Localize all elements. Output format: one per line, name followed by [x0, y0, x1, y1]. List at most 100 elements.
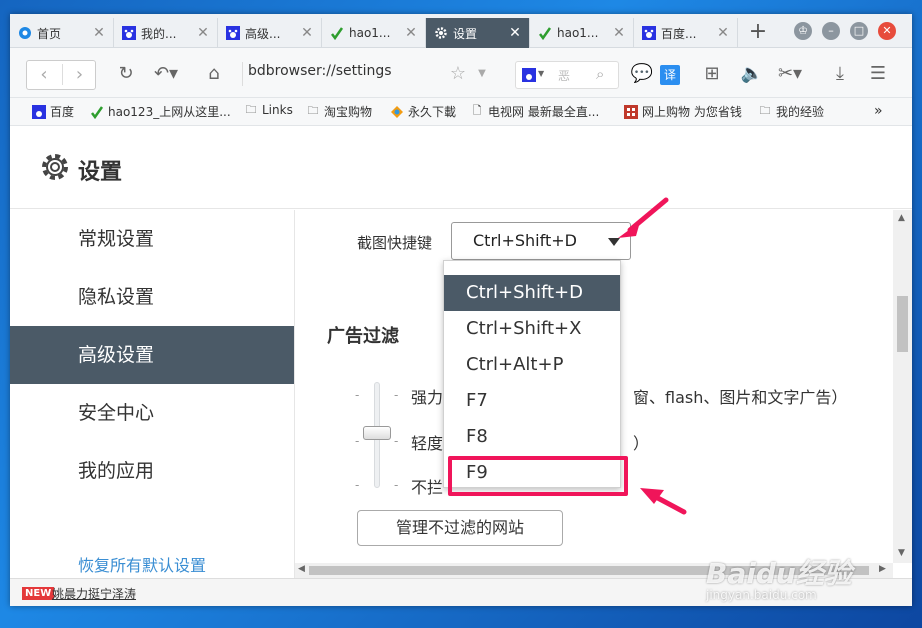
manage-whitelist-button[interactable]: 管理不过滤的网站 — [357, 510, 563, 546]
scroll-down-icon[interactable]: ▼ — [898, 548, 905, 558]
ad-filter-heading: 广告过滤 — [327, 326, 399, 347]
tab-label: hao1... — [557, 26, 599, 40]
translate-icon[interactable]: 译 — [660, 65, 680, 85]
watermark-logo: Baidu经验 — [706, 557, 852, 590]
bookmark-item[interactable]: 🗀 我的经验 — [758, 103, 825, 120]
forward-icon[interactable]: › — [62, 64, 96, 85]
bookmark-item[interactable]: 🗀 Links — [244, 102, 293, 118]
close-icon[interactable]: ✕ — [715, 25, 731, 41]
restore-defaults-link[interactable]: 恢复所有默认设置 — [78, 552, 206, 576]
tab-label: 我的... — [141, 26, 177, 41]
dropdown-option[interactable]: Ctrl+Shift+X — [444, 311, 620, 347]
slider-tick: - — [394, 434, 399, 448]
scroll-right-icon[interactable]: ▶ — [879, 564, 886, 574]
bookmark-item[interactable]: 🗋 电视网 最新最全直... — [470, 103, 600, 120]
tab-baidu-1[interactable]: 我的... ✕ — [114, 18, 218, 48]
tab-baidu-2[interactable]: 高级... ✕ — [218, 18, 322, 48]
chevron-down-icon[interactable]: ▼ — [468, 61, 496, 89]
bookmark-label: 百度 — [50, 105, 75, 119]
screenshot-icon[interactable]: ✂▾ — [776, 61, 804, 89]
tab-label: hao1... — [349, 26, 391, 40]
new-tab-button[interactable]: + — [738, 18, 778, 48]
close-icon[interactable]: ✕ — [403, 25, 419, 41]
baidu-paw-icon — [122, 26, 136, 40]
dropdown-option[interactable]: F8 — [444, 419, 620, 455]
tab-hao123-2[interactable]: hao1... ✕ — [530, 18, 634, 48]
bookmark-item[interactable]: 百度 — [32, 103, 74, 120]
skin-icon[interactable]: ♔ — [794, 22, 812, 40]
news-link[interactable]: 姚晨力挺宁泽涛 — [52, 585, 136, 602]
ad-filter-slider-thumb[interactable] — [363, 426, 391, 440]
dropdown-option[interactable]: Ctrl+Shift+D — [444, 275, 620, 311]
refresh-icon[interactable]: ↻ — [112, 61, 140, 89]
sidebar-item-apps[interactable]: 我的应用 — [10, 442, 294, 500]
shortcut-select[interactable]: Ctrl+Shift+D — [451, 222, 631, 260]
apps-icon[interactable]: ⊞ — [698, 61, 726, 89]
tab-hao123-1[interactable]: hao1... ✕ — [322, 18, 426, 48]
bookmark-label: 电视网 最新最全直... — [488, 105, 600, 119]
tab-baidu-3[interactable]: 百度... ✕ — [634, 18, 738, 48]
bookmark-item[interactable]: 网上购物 为您省钱 — [624, 103, 742, 120]
watermark-url: jingyan.baidu.com — [706, 588, 817, 602]
minimize-icon[interactable]: – — [822, 22, 840, 40]
close-icon[interactable]: ✕ — [91, 25, 107, 41]
close-icon[interactable]: ✕ — [195, 25, 211, 41]
window-close-icon[interactable]: ✕ — [878, 22, 896, 40]
scrollbar-thumb[interactable] — [897, 296, 908, 352]
download-icon[interactable]: ⤓ — [826, 61, 854, 89]
back-forward-group: ‹ › — [26, 60, 96, 90]
bookmarks-bar: 百度 hao123_上网从这里... 🗀 Links 🗀 淘宝购物 永久下載 🗋… — [10, 98, 912, 126]
slider-tick: - — [394, 478, 399, 492]
bookmark-label: 网上购物 为您省钱 — [642, 105, 742, 119]
vertical-scrollbar[interactable]: ▲ ▼ — [893, 210, 912, 563]
page-title: 设置 — [78, 160, 123, 185]
sidebar-item-general[interactable]: 常规设置 — [10, 210, 294, 268]
menu-icon[interactable]: ☰ — [864, 61, 892, 89]
baidu-jingyan-watermark: Baidu经验 jingyan.baidu.com — [706, 552, 852, 602]
dropdown-option[interactable]: F7 — [444, 383, 620, 419]
undo-icon[interactable]: ↶▾ — [152, 61, 180, 89]
settings-header: 设置 — [10, 126, 912, 209]
scroll-left-icon[interactable]: ◀ — [298, 564, 305, 574]
tab-label: 百度... — [661, 26, 697, 41]
baidu-paw-icon — [226, 26, 240, 40]
search-icon[interactable]: ⌕ — [596, 65, 604, 83]
bookmark-item[interactable]: 🗀 淘宝购物 — [306, 103, 373, 120]
tab-label: 设置 — [453, 26, 478, 41]
bookmark-item[interactable]: 永久下載 — [390, 103, 456, 120]
sidebar-item-security[interactable]: 安全中心 — [10, 384, 294, 442]
close-icon[interactable]: ✕ — [507, 25, 523, 41]
sound-icon[interactable]: 🔈 — [738, 61, 766, 89]
bookmark-item[interactable]: hao123_上网从这里... — [90, 103, 231, 120]
divider — [242, 62, 243, 86]
sidebar-item-privacy[interactable]: 隐私设置 — [10, 268, 294, 326]
tab-home[interactable]: 首页 ✕ — [10, 18, 114, 48]
sidebar-item-advanced[interactable]: 高级设置 — [10, 326, 294, 384]
folder-icon: 🗀 — [245, 102, 257, 116]
dropdown-option[interactable]: Ctrl+Alt+P — [444, 347, 620, 383]
red-grid-icon — [624, 104, 638, 119]
close-icon[interactable]: ✕ — [299, 25, 315, 41]
bookmark-label: 淘宝购物 — [324, 105, 373, 119]
tab-settings[interactable]: 设置 ✕ — [426, 18, 530, 48]
address-input[interactable]: bdbrowser://settings — [248, 63, 392, 79]
back-icon[interactable]: ‹ — [27, 64, 61, 85]
maximize-icon[interactable]: □ — [850, 22, 868, 40]
option-text-tail: ） — [633, 434, 650, 453]
chat-icon[interactable]: 💬 — [628, 61, 656, 89]
folder-icon: 🗀 — [759, 104, 771, 117]
folder-icon: 🗀 — [307, 104, 319, 117]
chevron-down-icon: ▼ — [538, 69, 545, 78]
search-input[interactable]: ▼ 恶 ⌕ — [515, 61, 619, 89]
browser-logo-icon — [18, 26, 32, 40]
close-icon[interactable]: ✕ — [611, 25, 627, 41]
ad-filter-none-label[interactable]: 不拦 — [411, 474, 443, 498]
baidu-paw-icon — [522, 68, 536, 85]
scroll-up-icon[interactable]: ▲ — [898, 213, 905, 223]
home-icon[interactable]: ⌂ — [200, 61, 228, 89]
shortcut-select-value: Ctrl+Shift+D — [473, 231, 577, 250]
annotation-arrow-icon — [618, 197, 669, 238]
slider-tick: - — [355, 388, 360, 402]
more-bookmarks-icon[interactable]: » — [874, 103, 883, 119]
tab-label: 高级... — [245, 26, 281, 41]
